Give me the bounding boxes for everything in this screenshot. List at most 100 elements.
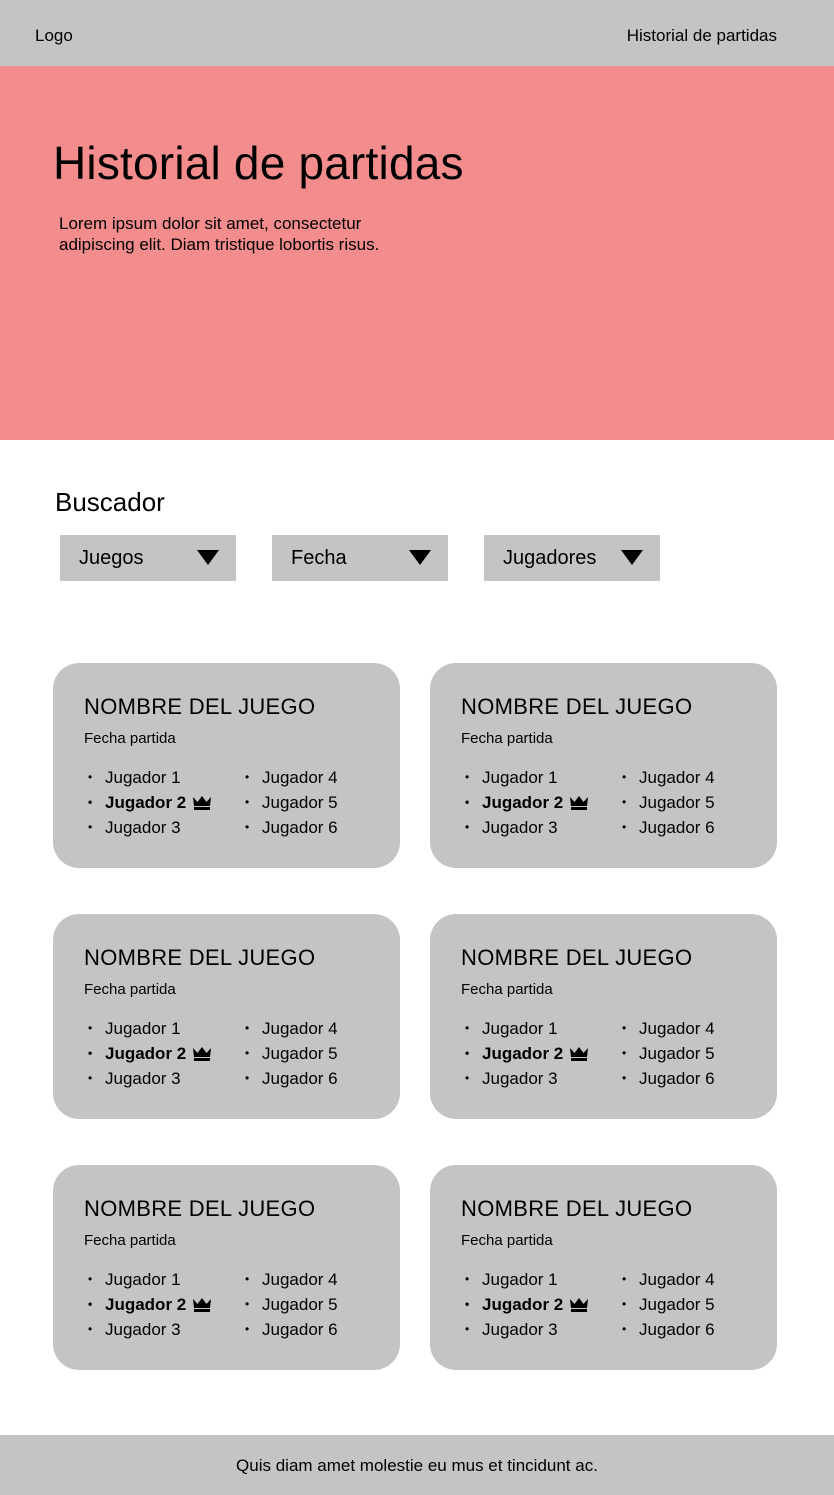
crown-icon bbox=[570, 1047, 589, 1061]
player-list: • Jugador 4 • Jugador 5 • Jugador 6 bbox=[245, 1267, 338, 1342]
nav-link-historial[interactable]: Historial de partidas bbox=[627, 25, 777, 47]
player-name: Jugador 5 bbox=[639, 1295, 715, 1314]
player-item-winner: • Jugador 2 bbox=[88, 790, 212, 815]
match-date: Fecha partida bbox=[84, 1232, 176, 1249]
match-card[interactable]: NOMBRE DEL JUEGO Fecha partida • Jugador … bbox=[430, 663, 777, 868]
bullet-icon: • bbox=[88, 1322, 93, 1336]
player-name: Jugador 5 bbox=[639, 793, 715, 812]
player-item: • Jugador 5 bbox=[245, 1292, 338, 1317]
player-name: Jugador 5 bbox=[262, 1044, 338, 1063]
match-date: Fecha partida bbox=[461, 1232, 553, 1249]
player-name: Jugador 4 bbox=[639, 1270, 715, 1289]
player-name: Jugador 2 bbox=[105, 1295, 187, 1314]
player-name: Jugador 3 bbox=[482, 818, 558, 837]
match-card[interactable]: NOMBRE DEL JUEGO Fecha partida • Jugador … bbox=[430, 914, 777, 1119]
match-card[interactable]: NOMBRE DEL JUEGO Fecha partida • Jugador … bbox=[430, 1165, 777, 1370]
player-name: Jugador 1 bbox=[105, 1019, 181, 1038]
player-name: Jugador 6 bbox=[262, 1069, 338, 1088]
player-item-winner: • Jugador 2 bbox=[465, 1292, 589, 1317]
bullet-icon: • bbox=[88, 1021, 93, 1035]
player-item: • Jugador 4 bbox=[245, 1267, 338, 1292]
hero-banner: Historial de partidas Lorem ipsum dolor … bbox=[0, 66, 834, 440]
player-list: • Jugador 1 • Jugador 2 • Jugador 3 bbox=[465, 765, 589, 840]
player-item: • Jugador 3 bbox=[465, 1066, 589, 1091]
filter-fecha-dropdown[interactable]: Fecha bbox=[272, 535, 448, 581]
bullet-icon: • bbox=[622, 1322, 627, 1336]
bullet-icon: • bbox=[88, 1272, 93, 1286]
match-date: Fecha partida bbox=[461, 730, 553, 747]
bullet-icon: • bbox=[622, 820, 627, 834]
player-name: Jugador 1 bbox=[482, 1019, 558, 1038]
player-name: Jugador 6 bbox=[262, 1320, 338, 1339]
crown-icon bbox=[193, 1298, 212, 1312]
footer-text: Quis diam amet molestie eu mus et tincid… bbox=[236, 1456, 598, 1475]
match-date: Fecha partida bbox=[84, 981, 176, 998]
player-name: Jugador 4 bbox=[639, 1019, 715, 1038]
player-item-winner: • Jugador 2 bbox=[88, 1041, 212, 1066]
player-item-winner: • Jugador 2 bbox=[465, 790, 589, 815]
player-item: • Jugador 6 bbox=[622, 815, 715, 840]
bullet-icon: • bbox=[245, 1046, 250, 1060]
bullet-icon: • bbox=[245, 820, 250, 834]
match-card[interactable]: NOMBRE DEL JUEGO Fecha partida • Jugador … bbox=[53, 914, 400, 1119]
filter-juegos-dropdown[interactable]: Juegos bbox=[60, 535, 236, 581]
bullet-icon: • bbox=[245, 795, 250, 809]
match-date: Fecha partida bbox=[461, 981, 553, 998]
player-name: Jugador 6 bbox=[639, 818, 715, 837]
player-name: Jugador 4 bbox=[262, 768, 338, 787]
bullet-icon: • bbox=[465, 820, 470, 834]
player-item-winner: • Jugador 2 bbox=[465, 1041, 589, 1066]
bullet-icon: • bbox=[88, 820, 93, 834]
player-list: • Jugador 1 • Jugador 2 • Jugador 3 bbox=[88, 765, 212, 840]
filter-jugadores-dropdown[interactable]: Jugadores bbox=[484, 535, 660, 581]
match-card[interactable]: NOMBRE DEL JUEGO Fecha partida • Jugador … bbox=[53, 663, 400, 868]
bullet-icon: • bbox=[88, 1297, 93, 1311]
bullet-icon: • bbox=[88, 795, 93, 809]
player-list: • Jugador 4 • Jugador 5 • Jugador 6 bbox=[245, 765, 338, 840]
filter-jugadores-label: Jugadores bbox=[503, 547, 597, 569]
bullet-icon: • bbox=[622, 1272, 627, 1286]
filter-juegos-label: Juegos bbox=[79, 547, 144, 569]
player-item: • Jugador 3 bbox=[88, 1066, 212, 1091]
player-name: Jugador 3 bbox=[105, 1069, 181, 1088]
bullet-icon: • bbox=[465, 1046, 470, 1060]
logo[interactable]: Logo bbox=[35, 25, 73, 47]
player-list: • Jugador 4 • Jugador 5 • Jugador 6 bbox=[622, 1016, 715, 1091]
game-name: NOMBRE DEL JUEGO bbox=[84, 945, 316, 970]
player-list: • Jugador 4 • Jugador 5 • Jugador 6 bbox=[245, 1016, 338, 1091]
player-name: Jugador 3 bbox=[105, 1320, 181, 1339]
match-card[interactable]: NOMBRE DEL JUEGO Fecha partida • Jugador … bbox=[53, 1165, 400, 1370]
player-item: • Jugador 4 bbox=[622, 1267, 715, 1292]
caret-down-icon bbox=[409, 550, 431, 565]
bullet-icon: • bbox=[622, 770, 627, 784]
player-item: • Jugador 3 bbox=[88, 1317, 212, 1342]
player-name: Jugador 6 bbox=[262, 818, 338, 837]
bullet-icon: • bbox=[465, 795, 470, 809]
bullet-icon: • bbox=[245, 1272, 250, 1286]
bullet-icon: • bbox=[622, 1021, 627, 1035]
player-name: Jugador 6 bbox=[639, 1069, 715, 1088]
player-name: Jugador 5 bbox=[262, 793, 338, 812]
bullet-icon: • bbox=[622, 1071, 627, 1085]
bullet-icon: • bbox=[465, 1021, 470, 1035]
crown-icon bbox=[570, 796, 589, 810]
bullet-icon: • bbox=[245, 770, 250, 784]
player-name: Jugador 1 bbox=[482, 1270, 558, 1289]
player-name: Jugador 3 bbox=[482, 1069, 558, 1088]
player-name: Jugador 2 bbox=[482, 793, 564, 812]
player-item: • Jugador 1 bbox=[88, 1016, 212, 1041]
bullet-icon: • bbox=[465, 1322, 470, 1336]
player-item: • Jugador 6 bbox=[245, 1317, 338, 1342]
player-item: • Jugador 1 bbox=[88, 1267, 212, 1292]
player-item: • Jugador 5 bbox=[245, 790, 338, 815]
player-name: Jugador 4 bbox=[262, 1019, 338, 1038]
bullet-icon: • bbox=[245, 1071, 250, 1085]
player-item: • Jugador 3 bbox=[88, 815, 212, 840]
match-date: Fecha partida bbox=[84, 730, 176, 747]
player-item: • Jugador 1 bbox=[465, 765, 589, 790]
page-title: Historial de partidas bbox=[53, 137, 464, 189]
player-item: • Jugador 4 bbox=[622, 1016, 715, 1041]
player-name: Jugador 2 bbox=[482, 1295, 564, 1314]
site-header: Logo Historial de partidas bbox=[0, 0, 834, 66]
player-name: Jugador 2 bbox=[105, 793, 187, 812]
